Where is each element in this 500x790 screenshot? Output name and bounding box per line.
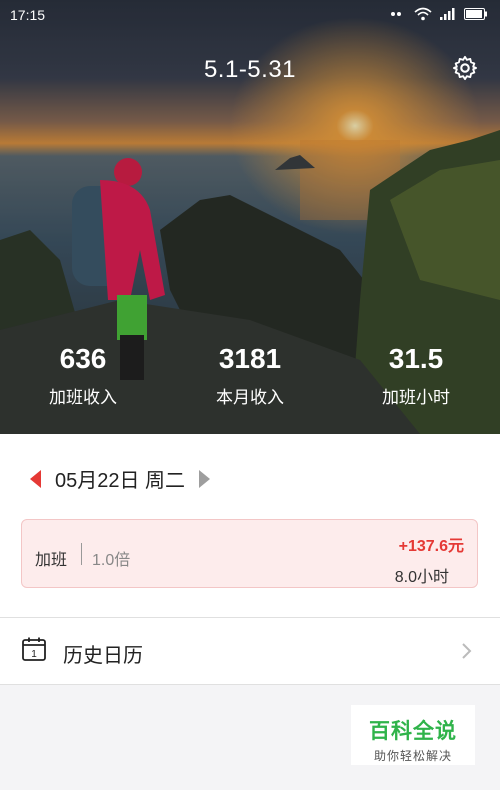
gear-icon[interactable]: [451, 54, 479, 82]
record-amount: +137.6元: [398, 538, 464, 555]
stat-value: 31.5: [388, 343, 444, 374]
watermark-title: 百科全说: [369, 720, 457, 743]
stat-label: 加班收入: [49, 388, 117, 407]
divider: [0, 684, 500, 685]
battery-icon: [464, 8, 487, 20]
status-icons: [390, 7, 488, 21]
next-day-arrow-icon[interactable]: [199, 469, 211, 488]
stat-label: 加班小时: [382, 388, 450, 407]
calendar-icon: 1: [22, 637, 46, 661]
stat-value: 636: [59, 343, 107, 374]
record-divider: [81, 543, 82, 565]
stat-overtime-income: 636 加班收入: [13, 343, 153, 408]
date-navigator: 05月22日 周二: [30, 464, 211, 493]
history-label: 历史日历: [63, 645, 143, 667]
history-calendar-row[interactable]: 1 历史日历: [0, 618, 500, 684]
header-banner: 17:15 5.1-5.31 636 加班收入 3181 本月收入 31.5 加…: [0, 0, 500, 434]
overtime-record-card[interactable]: 加班 1.0倍 +137.6元 8.0小时: [21, 519, 478, 588]
watermark-subtitle: 助你轻松解决: [373, 749, 452, 763]
cellular-signal-icon: [440, 8, 455, 20]
record-hours: 8.0小时: [394, 569, 449, 586]
period-title: 5.1-5.31: [203, 56, 297, 83]
prev-day-arrow-icon[interactable]: [30, 469, 41, 488]
stat-value: 3181: [218, 343, 282, 374]
watermark-badge: 百科全说 助你轻松解决: [351, 705, 475, 765]
chevron-right-icon: [462, 643, 472, 659]
stat-label: 本月收入: [216, 388, 284, 407]
stat-month-income: 3181 本月收入: [180, 343, 320, 408]
record-type: 加班: [35, 552, 68, 569]
stat-overtime-hours: 31.5 加班小时: [346, 343, 486, 408]
current-date[interactable]: 05月22日 周二: [55, 464, 185, 493]
record-multiplier: 1.0倍: [92, 552, 131, 569]
status-time: 17:15: [10, 7, 46, 23]
status-bar: 17:15: [0, 0, 500, 30]
wifi-icon: [414, 7, 432, 21]
signal-dots-icon: [391, 12, 401, 16]
svg-text:1: 1: [31, 649, 37, 660]
